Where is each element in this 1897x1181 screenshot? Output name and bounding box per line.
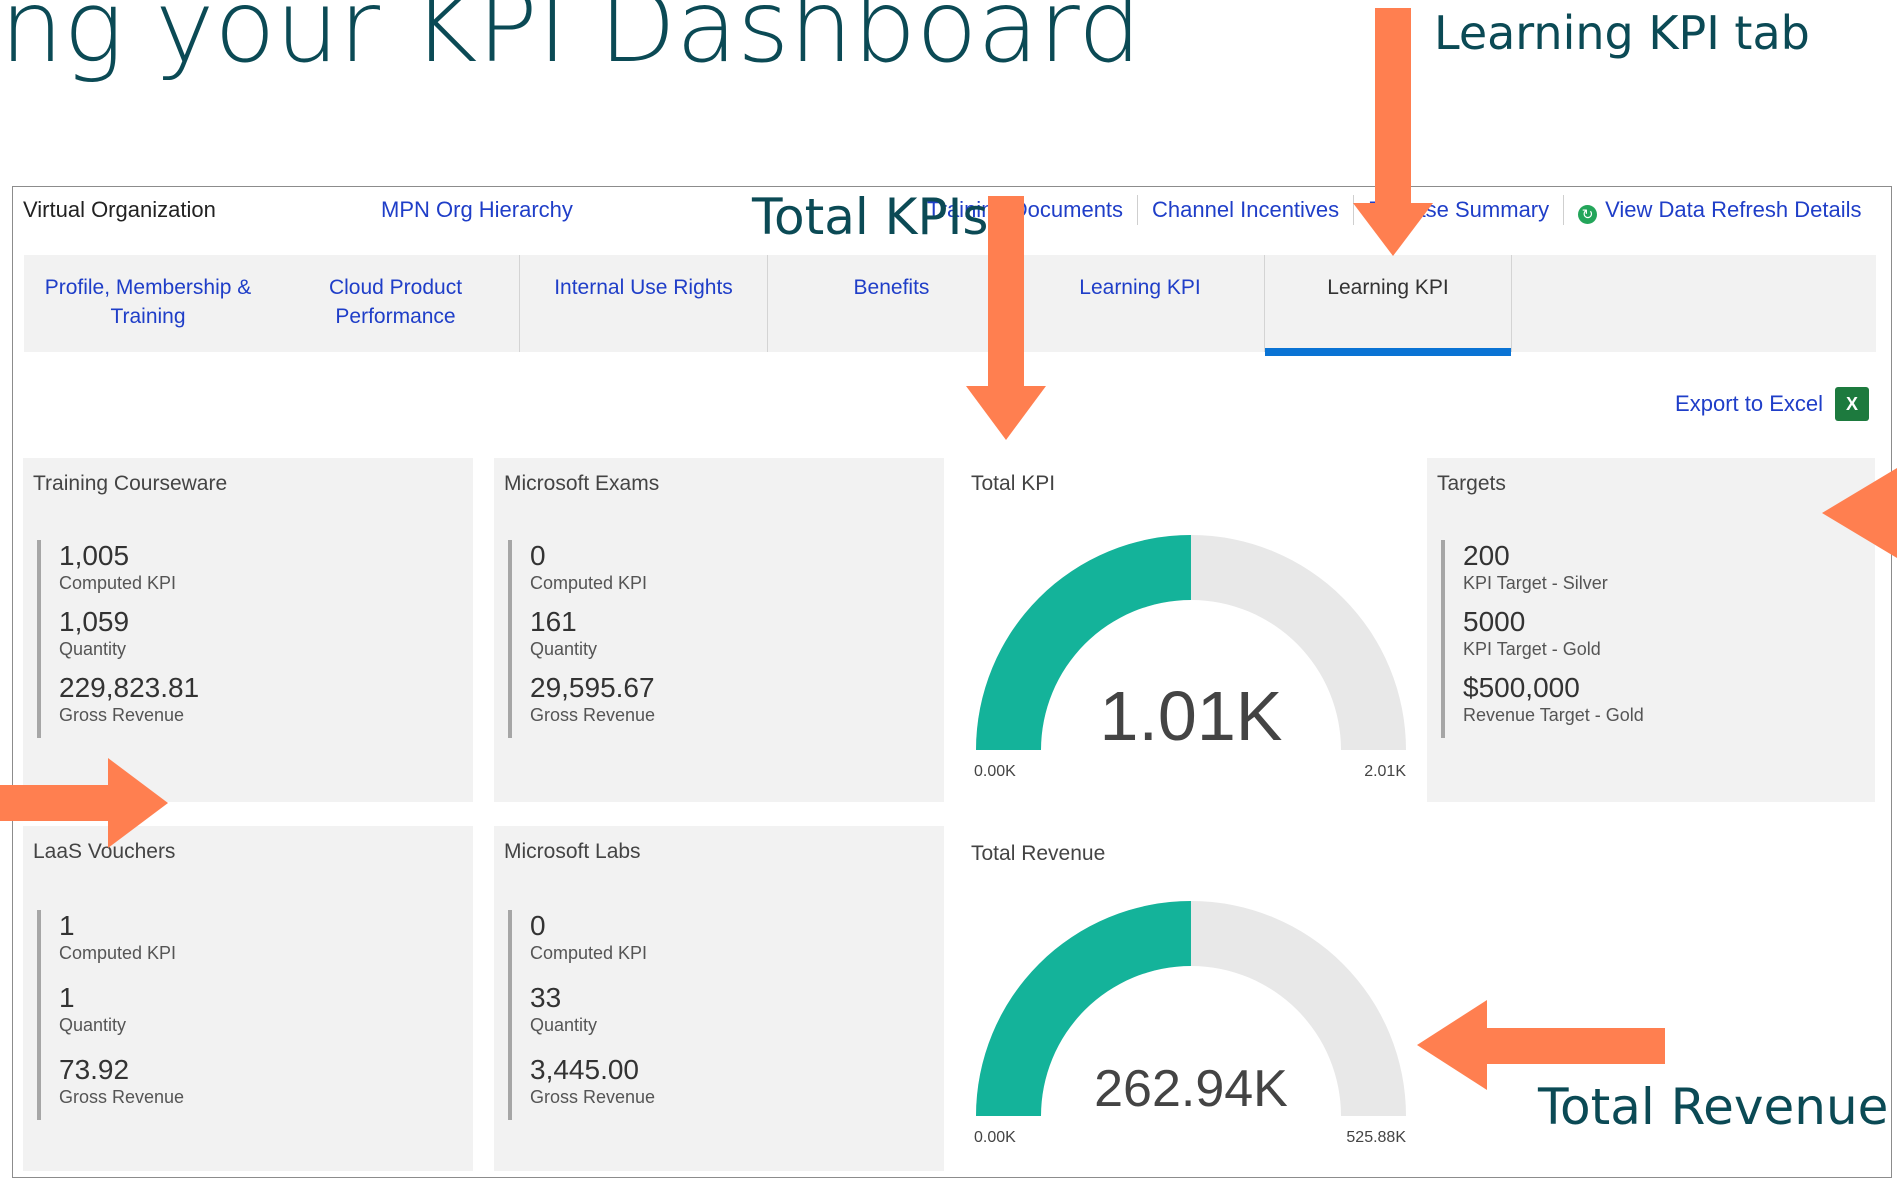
metric-value: 29,595.67	[530, 672, 655, 703]
metric-value: 73.92	[59, 1054, 130, 1085]
metric-value: 1,005	[59, 540, 130, 571]
metric-revenue-target-gold: $500,000 Revenue Target - Gold	[1463, 672, 1644, 726]
metric-label: Gross Revenue	[59, 705, 185, 725]
tab-internal-use-rights[interactable]: Internal Use Rights	[520, 255, 768, 352]
metric-list: 1 Computed KPI 1 Quantity 73.92 Gross Reven…	[37, 910, 184, 1120]
card-title: Microsoft Exams	[504, 472, 660, 495]
metric-computed-kpi: 0 Computed KPI	[530, 910, 655, 964]
metric-label: KPI Target - Gold	[1463, 639, 1601, 659]
metric-value: 3,445.00	[530, 1054, 639, 1085]
metric-label: Computed KPI	[59, 573, 177, 593]
tab-learning-kpi-active[interactable]: Learning KPI	[1264, 255, 1512, 356]
metric-value: $500,000	[1463, 672, 1580, 703]
callout-total-kpis: Total KPIs	[752, 188, 989, 246]
metric-quantity: 161 Quantity	[530, 606, 655, 660]
metric-label: Computed KPI	[530, 573, 648, 593]
metric-quantity: 33 Quantity	[530, 982, 655, 1036]
gauge-min-label: 0.00K	[974, 1129, 1016, 1146]
metric-kpi-target-silver: 200 KPI Target - Silver	[1463, 540, 1644, 594]
arrow-total-kpis	[966, 196, 1046, 440]
card-laas-vouchers: LaaS Vouchers 1 Computed KPI 1 Quantity 73…	[23, 826, 473, 1171]
tab-bar: Profile, Membership & Training Cloud Pro…	[24, 255, 1876, 356]
metric-label: Gross Revenue	[530, 1087, 656, 1107]
metric-computed-kpi: 1,005 Computed KPI	[59, 540, 199, 594]
callout-learning-kpi-tab: Learning KPI tab	[1434, 6, 1810, 60]
card-training-courseware: Training Courseware 1,005 Computed KPI 1,…	[23, 458, 473, 802]
gauge-max-label: 525.88K	[1346, 1129, 1406, 1146]
gauge-chart: 1.01K 0.00K 2.01K	[974, 535, 1406, 780]
metric-list: 1,005 Computed KPI 1,059 Quantity 229,823.…	[37, 540, 199, 738]
arrow-targets	[1822, 468, 1897, 558]
metric-label: Revenue Target - Gold	[1463, 705, 1644, 725]
metric-value: 1	[59, 982, 75, 1013]
metric-label: Quantity	[59, 639, 127, 659]
metric-label: Gross Revenue	[530, 705, 656, 725]
metric-list: 0 Computed KPI 161 Quantity 29,595.67 Gross…	[508, 540, 655, 738]
metric-label: Computed KPI	[530, 943, 648, 963]
card-title: Targets	[1437, 472, 1506, 495]
metric-gross-revenue: 29,595.67 Gross Revenue	[530, 672, 655, 726]
card-title: Microsoft Labs	[504, 840, 641, 863]
metric-value: 0	[530, 910, 546, 941]
gauge-title: Total Revenue	[971, 842, 1106, 865]
metric-gross-revenue: 3,445.00 Gross Revenue	[530, 1054, 655, 1108]
org-hierarchy-link[interactable]: MPN Org Hierarchy	[381, 197, 573, 223]
gauge-total-kpi: Total KPI 1.01K 0.00K 2.01K	[971, 458, 1421, 802]
metric-quantity: 1,059 Quantity	[59, 606, 199, 660]
gauge-chart: 262.94K 0.00K 525.88K	[974, 901, 1406, 1146]
metric-value: 33	[530, 982, 562, 1013]
arrow-learning-kpi-tab	[1353, 8, 1433, 256]
metric-label: Computed KPI	[59, 943, 177, 963]
metric-value: 161	[530, 606, 577, 637]
view-data-refresh-link[interactable]: ↻ View Data Refresh Details	[1564, 195, 1875, 225]
export-to-excel-link[interactable]: Export to Excel X	[1675, 387, 1869, 421]
metric-value: 1,059	[59, 606, 130, 637]
card-microsoft-exams: Microsoft Exams 0 Computed KPI 161 Quantit…	[494, 458, 944, 802]
tab-cloud-product-performance[interactable]: Cloud Product Performance	[272, 255, 520, 352]
tab-learning-kpi[interactable]: Learning KPI	[1016, 255, 1264, 352]
metric-gross-revenue: 229,823.81 Gross Revenue	[59, 672, 199, 726]
metric-computed-kpi: 1 Computed KPI	[59, 910, 184, 964]
gauge-max-label: 2.01K	[1364, 763, 1406, 780]
channel-incentives-link[interactable]: Channel Incentives	[1138, 195, 1355, 225]
metric-quantity: 1 Quantity	[59, 982, 184, 1036]
card-title: Training Courseware	[33, 472, 228, 495]
metric-computed-kpi: 0 Computed KPI	[530, 540, 655, 594]
metric-value: 5000	[1463, 606, 1526, 637]
metric-label: Quantity	[59, 1015, 127, 1035]
metric-label: Quantity	[530, 1015, 598, 1035]
metric-label: KPI Target - Silver	[1463, 573, 1608, 593]
card-targets: Targets 200 KPI Target - Silver 5000 KPI T…	[1427, 458, 1875, 802]
metric-label: Gross Revenue	[59, 1087, 185, 1107]
metric-label: Quantity	[530, 639, 598, 659]
gauge-min-label: 0.00K	[974, 763, 1016, 780]
refresh-icon: ↻	[1578, 205, 1598, 224]
card-microsoft-labs: Microsoft Labs 0 Computed KPI 33 Quantity …	[494, 826, 944, 1171]
org-label: Virtual Organization	[23, 197, 216, 222]
metric-gross-revenue: 73.92 Gross Revenue	[59, 1054, 184, 1108]
gauge-value-label: 1.01K	[1100, 677, 1283, 755]
gauge-value-label: 262.94K	[1094, 1060, 1288, 1118]
metric-value: 1	[59, 910, 75, 941]
metric-kpi-target-gold: 5000 KPI Target - Gold	[1463, 606, 1644, 660]
export-label: Export to Excel	[1675, 391, 1823, 416]
metric-list: 0 Computed KPI 33 Quantity 3,445.00 Gross R…	[508, 910, 655, 1120]
metric-value: 229,823.81	[59, 672, 200, 703]
gauge-title: Total KPI	[971, 472, 1056, 495]
metric-value: 200	[1463, 540, 1510, 571]
arrow-total-revenue	[1417, 1000, 1665, 1090]
refresh-link-label: View Data Refresh Details	[1605, 197, 1862, 222]
gauge-total-revenue: Total Revenue 262.94K 0.00K 525.88K	[971, 826, 1421, 1171]
arrow-training-courseware	[0, 758, 168, 848]
tab-profile-membership-training[interactable]: Profile, Membership & Training	[24, 255, 272, 352]
metric-value: 0	[530, 540, 546, 571]
metric-list: 200 KPI Target - Silver 5000 KPI Target - …	[1441, 540, 1644, 738]
slide-title: ng your KPI Dashboard	[0, 0, 1142, 85]
excel-icon: X	[1835, 387, 1869, 421]
